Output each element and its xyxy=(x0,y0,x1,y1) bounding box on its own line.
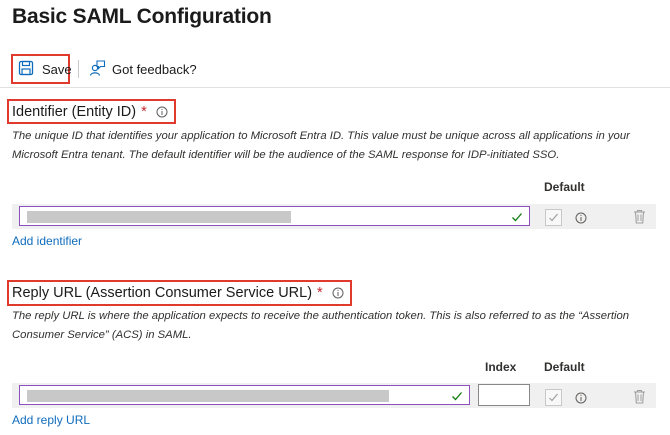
page-title: Basic SAML Configuration xyxy=(12,5,272,28)
identifier-input[interactable] xyxy=(19,206,530,226)
feedback-label: Got feedback? xyxy=(112,61,197,77)
identifier-heading-text: Identifier (Entity ID) xyxy=(12,103,137,120)
required-mark: * xyxy=(141,103,147,120)
trash-can-icon[interactable] xyxy=(633,209,646,229)
identifier-heading: Identifier (Entity ID) * xyxy=(7,99,176,124)
redacted-value xyxy=(27,390,389,402)
add-identifier-link[interactable]: Add identifier xyxy=(12,234,82,248)
required-mark: * xyxy=(317,285,323,301)
identifier-description: The unique ID that identifies your appli… xyxy=(12,130,630,161)
add-reply-url-link[interactable]: Add reply URL xyxy=(12,413,90,427)
reply-url-index-input[interactable] xyxy=(478,384,530,406)
command-bar: Save Got feedback? xyxy=(0,52,670,88)
redacted-value xyxy=(27,211,291,223)
identifier-default-checkbox[interactable] xyxy=(545,209,562,226)
reply-url-description: The reply URL is where the application e… xyxy=(12,310,630,341)
checkmark-icon xyxy=(451,389,463,407)
reply-url-heading-text: Reply URL (Assertion Consumer Service UR… xyxy=(12,285,313,301)
person-feedback-icon xyxy=(88,59,106,80)
info-circle-icon[interactable] xyxy=(575,211,587,229)
identifier-default-column: Default xyxy=(544,180,585,194)
reply-url-index-column: Index xyxy=(485,360,517,374)
reply-url-default-checkbox[interactable] xyxy=(545,389,562,406)
reply-url-heading: Reply URL (Assertion Consumer Service UR… xyxy=(7,280,352,306)
save-label: Save xyxy=(42,61,72,77)
reply-url-default-column: Default xyxy=(544,360,585,374)
info-circle-icon[interactable] xyxy=(332,287,344,299)
got-feedback-button[interactable]: Got feedback? xyxy=(88,56,197,82)
reply-url-input[interactable] xyxy=(19,385,470,405)
trash-can-icon[interactable] xyxy=(633,389,646,409)
checkmark-icon xyxy=(511,210,523,228)
save-button[interactable]: Save xyxy=(11,54,72,84)
info-circle-icon[interactable] xyxy=(575,391,587,409)
floppy-disk-icon xyxy=(18,60,34,79)
toolbar-separator xyxy=(78,60,79,78)
info-circle-icon[interactable] xyxy=(156,106,168,118)
